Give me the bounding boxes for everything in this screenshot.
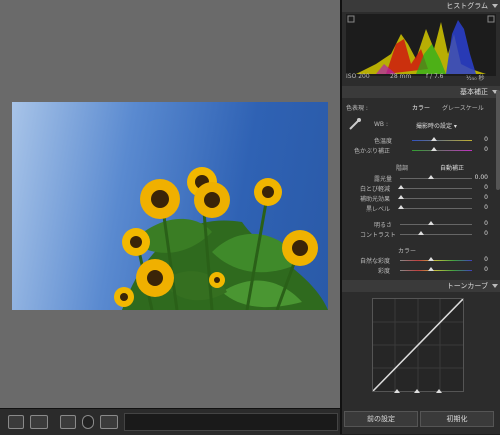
toolbar-info-field bbox=[124, 413, 338, 431]
tonecurve-title: トーンカーブ bbox=[446, 282, 488, 290]
brightness-slider[interactable] bbox=[400, 224, 472, 225]
color-option[interactable]: カラー bbox=[412, 103, 430, 112]
contrast-label: コントラスト bbox=[360, 232, 396, 239]
saturation-slider[interactable] bbox=[400, 270, 472, 271]
curve-split-knob-1[interactable] bbox=[394, 389, 400, 393]
auto-tone-button[interactable]: 自動補正 bbox=[440, 163, 464, 172]
iso-text: ISO 200 bbox=[346, 73, 370, 80]
tint-slider[interactable] bbox=[412, 150, 472, 151]
recovery-value: 0 bbox=[484, 184, 488, 191]
develop-panel: ヒストグラム ISO 200 28 mm f / 7.6 ¹⁄₂₅₀ 秒 基本補… bbox=[340, 0, 500, 434]
recovery-knob[interactable] bbox=[398, 185, 404, 189]
film-icon[interactable] bbox=[60, 415, 76, 429]
tone-curve-graph[interactable] bbox=[372, 298, 464, 392]
wb-label: WB : bbox=[374, 121, 388, 128]
grayscale-option[interactable]: グレースケール bbox=[442, 103, 484, 112]
curve-split-knob-3[interactable] bbox=[436, 389, 442, 393]
crop-icon[interactable] bbox=[100, 415, 118, 429]
tint-knob[interactable] bbox=[431, 147, 437, 151]
compare-view-icon[interactable] bbox=[30, 415, 48, 429]
blacks-knob[interactable] bbox=[398, 205, 404, 209]
temp-slider[interactable] bbox=[412, 140, 472, 141]
reset-button[interactable]: 初期化 bbox=[420, 411, 494, 427]
tone-curve-icon bbox=[372, 298, 464, 392]
focal-text: 28 mm bbox=[390, 73, 412, 80]
circle-icon[interactable] bbox=[82, 415, 94, 429]
exposure-value: 0.00 bbox=[474, 174, 488, 181]
recovery-slider[interactable] bbox=[400, 188, 472, 189]
shutter-text: ¹⁄₂₅₀ 秒 bbox=[466, 75, 485, 82]
sunflower-photo bbox=[12, 102, 328, 310]
aperture-text: f / 7.6 bbox=[426, 73, 444, 80]
exposure-knob[interactable] bbox=[428, 175, 434, 179]
temp-knob[interactable] bbox=[431, 137, 437, 141]
saturation-knob[interactable] bbox=[428, 267, 434, 271]
previous-settings-button[interactable]: 前の設定 bbox=[344, 411, 418, 427]
histogram-title: ヒストグラム bbox=[446, 2, 488, 10]
histogram-graph bbox=[346, 14, 496, 76]
histogram-icon bbox=[347, 15, 495, 74]
image-viewer bbox=[0, 0, 340, 434]
treatment-label: 色表現 : bbox=[346, 105, 368, 112]
tint-label: 色かぶり補正 bbox=[354, 148, 391, 155]
presence-label: カラー bbox=[398, 248, 417, 255]
basic-title: 基本補正 bbox=[460, 88, 488, 96]
collapse-triangle-icon[interactable] bbox=[492, 4, 498, 8]
basic-header[interactable]: 基本補正 bbox=[342, 86, 500, 98]
bottom-toolbar bbox=[0, 408, 340, 435]
blacks-value: 0 bbox=[484, 204, 488, 211]
loupe-view-icon[interactable] bbox=[8, 415, 24, 429]
sunflowers-graphic bbox=[114, 167, 328, 310]
vibrance-knob[interactable] bbox=[428, 257, 434, 261]
vibrance-slider[interactable] bbox=[400, 260, 472, 261]
fill-label: 補助光効果 bbox=[360, 196, 391, 203]
panel-scrollbar[interactable] bbox=[496, 90, 500, 190]
saturation-value: 0 bbox=[484, 266, 488, 273]
tint-value: 0 bbox=[484, 146, 488, 153]
contrast-knob[interactable] bbox=[418, 231, 424, 235]
temp-label: 色温度 bbox=[374, 138, 393, 145]
fill-slider[interactable] bbox=[400, 198, 472, 199]
recovery-label: 白とび軽減 bbox=[360, 186, 391, 193]
exposure-slider[interactable] bbox=[400, 178, 472, 179]
wb-select[interactable]: 撮影時の設定 ▾ bbox=[416, 121, 457, 130]
fill-knob[interactable] bbox=[398, 195, 404, 199]
blacks-slider[interactable] bbox=[400, 208, 472, 209]
eyedropper-icon[interactable] bbox=[348, 116, 362, 130]
curve-split-knob-2[interactable] bbox=[414, 389, 420, 393]
brightness-knob[interactable] bbox=[428, 221, 434, 225]
blacks-label: 黒レベル bbox=[366, 206, 391, 213]
vibrance-label: 自然な彩度 bbox=[360, 258, 391, 265]
brightness-value: 0 bbox=[484, 220, 488, 227]
contrast-value: 0 bbox=[484, 230, 488, 237]
fill-value: 0 bbox=[484, 194, 488, 201]
vibrance-value: 0 bbox=[484, 256, 488, 263]
histogram-header[interactable]: ヒストグラム bbox=[342, 0, 500, 12]
contrast-slider[interactable] bbox=[400, 234, 472, 235]
exposure-label: 露光量 bbox=[374, 176, 393, 183]
tonecurve-header[interactable]: トーンカーブ bbox=[342, 280, 500, 292]
collapse-triangle-icon[interactable] bbox=[492, 284, 498, 288]
brightness-label: 明るさ bbox=[374, 222, 393, 229]
saturation-label: 彩度 bbox=[378, 268, 391, 275]
tone-label: 階調 bbox=[396, 165, 409, 172]
temp-value: 0 bbox=[484, 136, 488, 143]
